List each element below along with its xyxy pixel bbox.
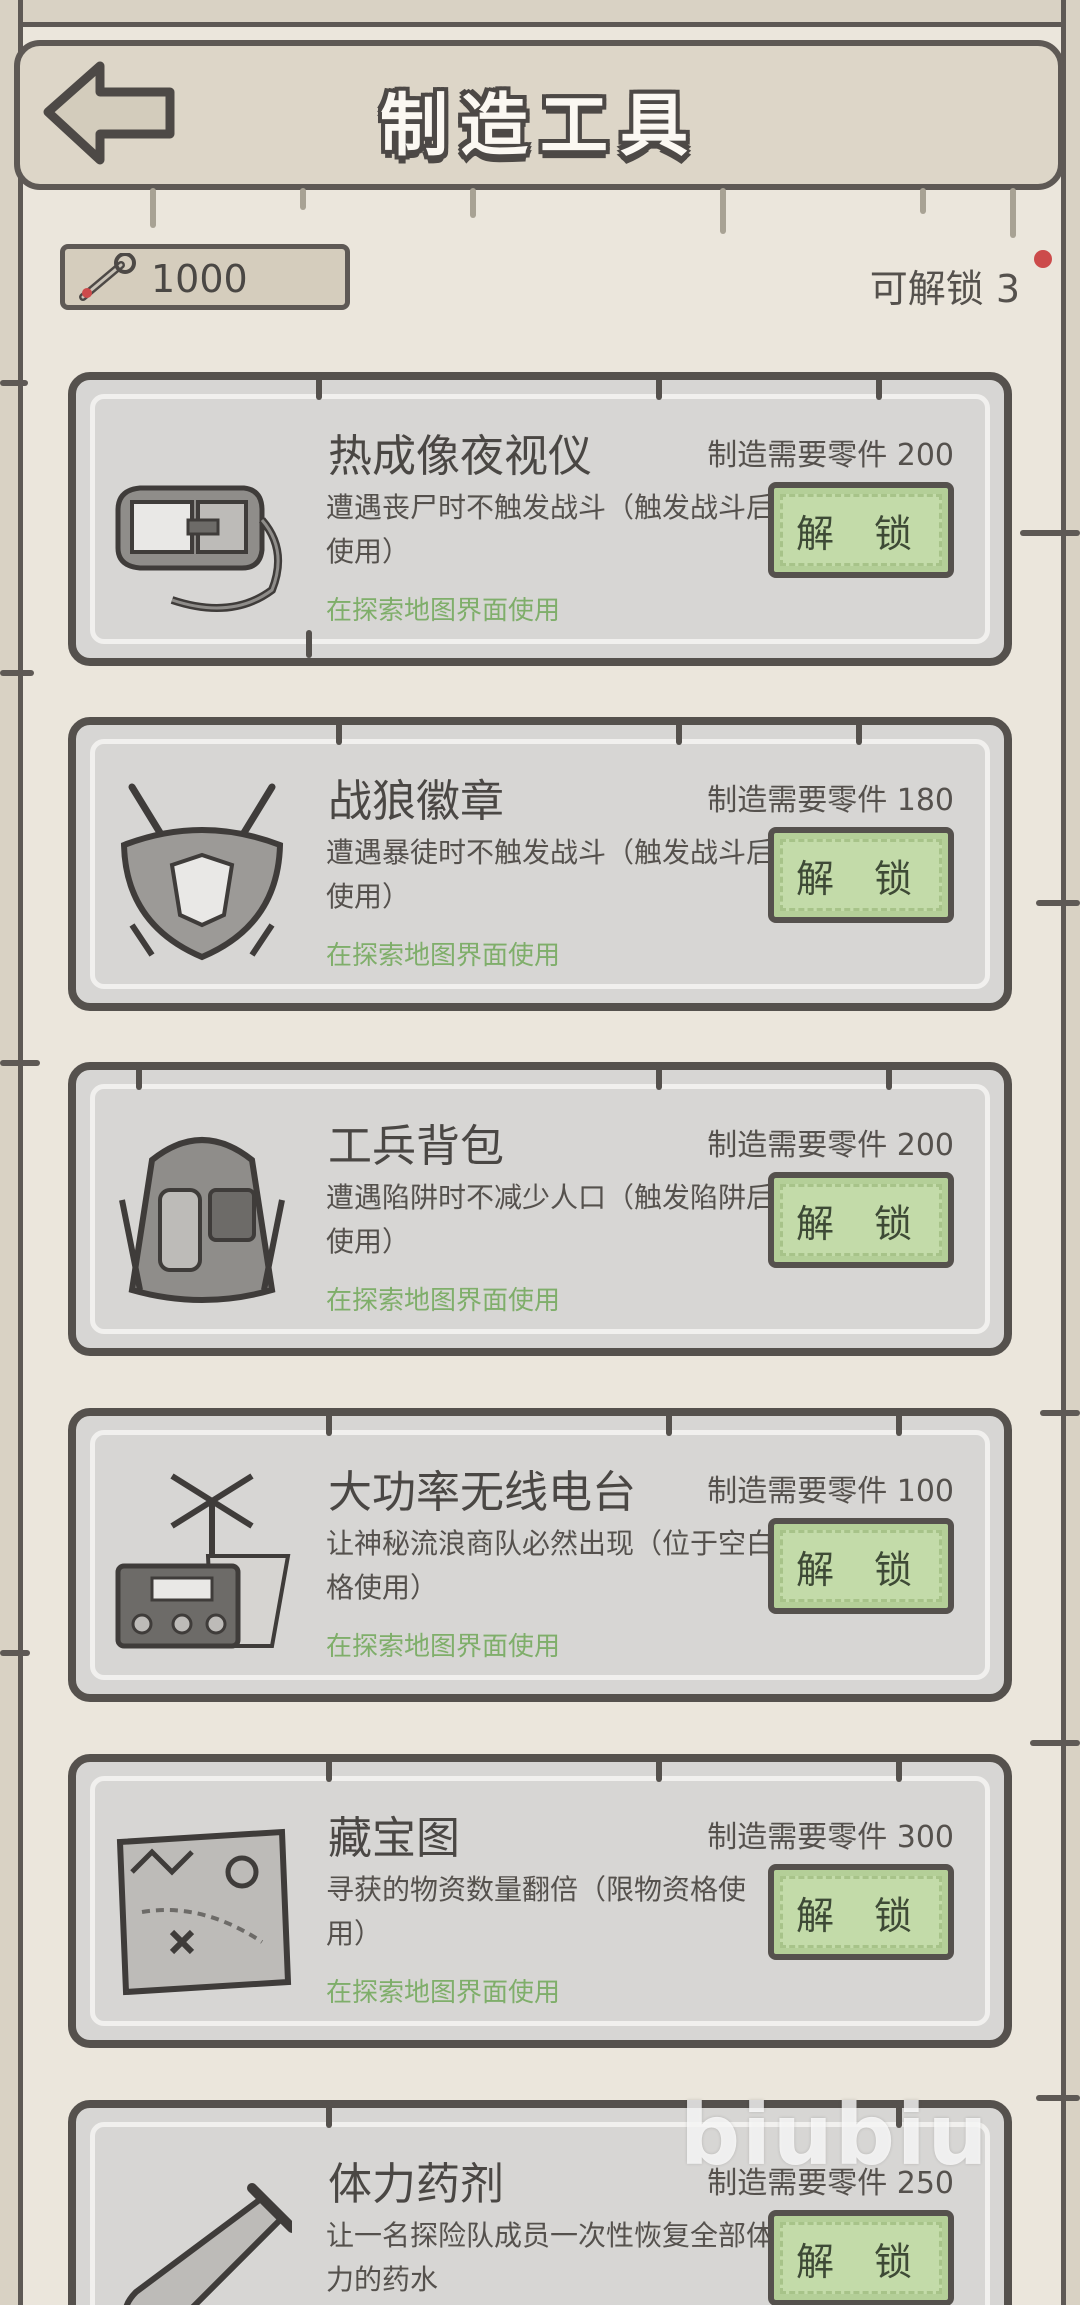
item-name: 战狼徽章	[328, 776, 504, 827]
unlock-button[interactable]: 解 锁	[768, 2210, 954, 2305]
unlock-button[interactable]: 解 锁	[768, 827, 954, 923]
item-name: 藏宝图	[328, 1813, 460, 1864]
item-description: 遭遇暴徒时不触发战斗（触发战斗后使用）	[326, 836, 775, 913]
frame-tick	[1040, 1410, 1080, 1416]
wrench-icon	[79, 253, 136, 301]
parts-counter: 1000	[60, 244, 350, 310]
item-card: 工兵背包 制造需要零件 200 遭遇陷阱时不减少人口（触发陷阱后使用） 在探索地…	[68, 1062, 1012, 1356]
item-cost: 制造需要零件 180	[707, 783, 954, 818]
item-usage-hint: 在探索地图界面使用	[326, 1978, 561, 2008]
frame-tick	[0, 380, 28, 386]
item-usage-hint: 在探索地图界面使用	[326, 596, 561, 626]
unlock-button[interactable]: 解 锁	[768, 1518, 954, 1614]
item-description: 寻获的物资数量翻倍（限物资格使用）	[326, 1873, 747, 1950]
item-card: 藏宝图 制造需要零件 300 寻获的物资数量翻倍（限物资格使用） 在探索地图界面…	[68, 1754, 1012, 2048]
frame-tick	[0, 670, 34, 676]
unlock-button-label: 解 锁	[780, 494, 942, 566]
wolf-badge-icon	[120, 783, 284, 961]
unlock-button-label: 解 锁	[780, 2222, 942, 2294]
treasure-map-icon	[116, 1828, 292, 1996]
unlock-button-label: 解 锁	[780, 1530, 942, 1602]
item-name: 热成像夜视仪	[328, 431, 592, 482]
item-card: 战狼徽章 制造需要零件 180 遭遇暴徒时不触发战斗（触发战斗后使用） 在探索地…	[68, 717, 1012, 1011]
item-cost: 制造需要零件 300	[707, 1820, 954, 1855]
item-description: 让神秘流浪商队必然出现（位于空白格使用）	[326, 1527, 775, 1604]
item-card: 热成像夜视仪 制造需要零件 200 遭遇丧尸时不触发战斗（触发战斗后使用） 在探…	[68, 372, 1012, 666]
item-cost: 制造需要零件 200	[707, 1128, 954, 1163]
screen: 制造工具 1000 可解锁 3 热成像夜视仪 制造需要零件 200 遭遇丧尸时不…	[0, 0, 1080, 2305]
frame-tick	[0, 1650, 30, 1656]
frame-tick	[1030, 1740, 1080, 1746]
page-title: 制造工具	[379, 87, 700, 166]
item-description: 遭遇陷阱时不减少人口（触发陷阱后使用）	[326, 1181, 775, 1258]
item-card: 大功率无线电台 制造需要零件 100 让神秘流浪商队必然出现（位于空白格使用） …	[68, 1408, 1012, 1702]
unlock-button-label: 解 锁	[780, 839, 942, 911]
backpack-icon	[119, 1137, 285, 1303]
unlock-button-label: 解 锁	[780, 1876, 942, 1948]
paper-frame-right	[1061, 0, 1080, 2305]
item-cost: 制造需要零件 200	[707, 438, 954, 473]
frame-tick	[1036, 900, 1080, 906]
paper-frame-left	[0, 0, 23, 2305]
notification-dot	[1034, 250, 1052, 268]
item-description: 让一名探险队成员一次性恢复全部体力的药水	[326, 2219, 775, 2296]
item-description: 遭遇丧尸时不触发战斗（触发战斗后使用）	[326, 491, 775, 568]
paper-frame-top	[0, 0, 1080, 27]
frame-tick	[1036, 2095, 1080, 2101]
frame-tick	[0, 1060, 40, 1066]
item-usage-hint: 在探索地图界面使用	[326, 1286, 561, 1316]
parts-value: 1000	[151, 257, 248, 301]
unlockable-count: 可解锁 3	[869, 267, 1020, 311]
unlock-button[interactable]: 解 锁	[768, 1864, 954, 1960]
unlock-button-label: 解 锁	[780, 1184, 942, 1256]
radio-icon	[115, 1473, 291, 1649]
item-cost: 制造需要零件 100	[707, 1474, 954, 1509]
item-name: 大功率无线电台	[328, 1467, 636, 1518]
unlock-button[interactable]: 解 锁	[768, 482, 954, 578]
item-usage-hint: 在探索地图界面使用	[326, 1632, 561, 1662]
item-usage-hint: 在探索地图界面使用	[326, 941, 561, 971]
item-name: 工兵背包	[328, 1121, 504, 1172]
watermark: biubiu	[680, 2086, 990, 2184]
frame-tick	[1020, 530, 1080, 536]
potion-icon	[123, 2183, 292, 2305]
item-name: 体力药剂	[328, 2159, 504, 2210]
thermal-goggles-icon	[115, 485, 282, 612]
unlock-button[interactable]: 解 锁	[768, 1172, 954, 1268]
